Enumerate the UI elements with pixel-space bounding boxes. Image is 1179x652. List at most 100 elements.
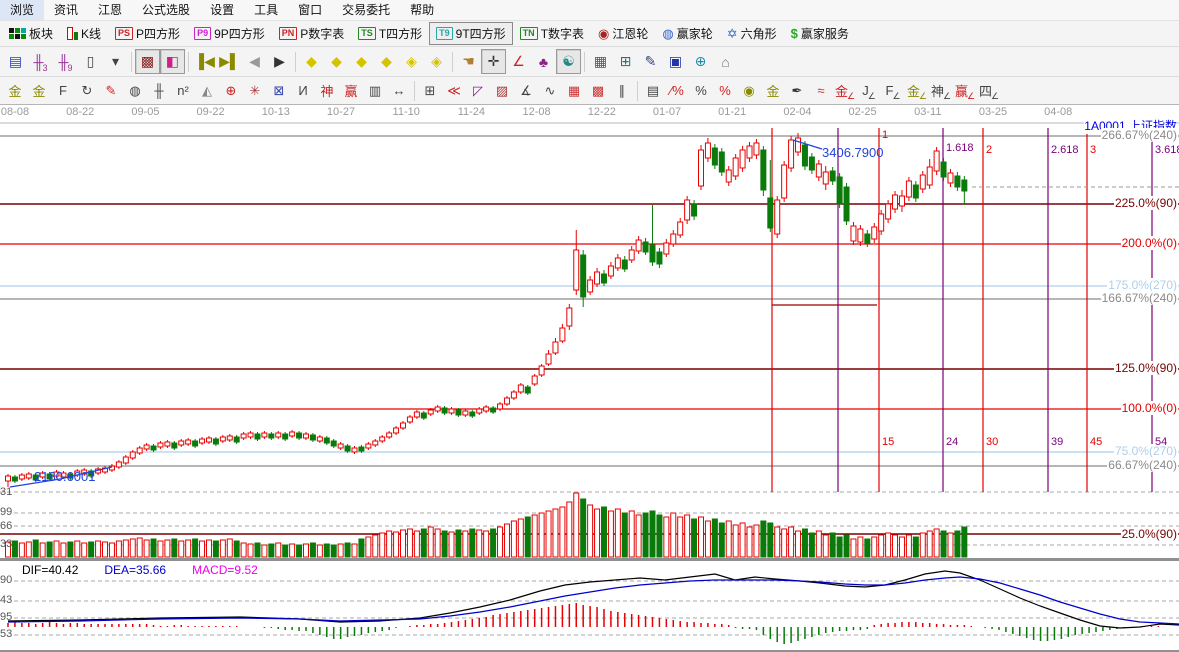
menu-item-6[interactable]: 窗口 (288, 0, 332, 20)
candle-style-icon[interactable]: ▯ (78, 49, 103, 74)
gold-scale-icon[interactable]: 金 (3, 79, 27, 102)
date-axis-label: 02-25 (849, 106, 877, 118)
module-button-p-digit[interactable]: PNP数字表 (272, 22, 352, 45)
percent-icon[interactable]: % (689, 79, 713, 102)
angle-set-icon-glyph: ∡ (520, 83, 532, 99)
zigzag-icon[interactable]: ∿ (538, 79, 562, 102)
gold-scale2-icon[interactable]: 金 (27, 79, 51, 102)
nine-t-square-badge: T9 (436, 27, 453, 40)
tree-tool-icon[interactable]: ♣ (531, 49, 556, 74)
swing-mark-icon[interactable]: И (291, 79, 315, 102)
module-button-hexagon[interactable]: ✡六角形 (720, 22, 784, 45)
module-button-gann-wheel[interactable]: ◉江恩轮 (591, 22, 655, 45)
gold-angle-icon[interactable]: 金∠ (905, 79, 929, 102)
crosshair-icon[interactable]: ✛ (481, 49, 506, 74)
grid-box-icon[interactable]: ⊞ (418, 79, 442, 102)
diamond-star-icon[interactable]: ◈ (399, 49, 424, 74)
fan-box-icon[interactable]: ◸ (466, 79, 490, 102)
volume-profile-icon[interactable]: ◧ (160, 49, 185, 74)
percent-line-icon[interactable]: ⁄% (665, 79, 689, 102)
wave-band-icon[interactable]: ≈ (809, 79, 833, 102)
gann-box-icon[interactable]: ▩ (135, 49, 160, 74)
diamond-expand-icon[interactable]: ◆ (349, 49, 374, 74)
kline-3-icon[interactable]: ╫3 (28, 49, 53, 74)
gold-circle-icon[interactable]: ◉ (737, 79, 761, 102)
four-angle-icon-sub: ∠ (991, 92, 999, 101)
menu-item-5[interactable]: 工具 (244, 0, 288, 20)
first-bar-icon[interactable]: ▐◀ (192, 49, 217, 74)
shen-angle-icon[interactable]: 神∠ (929, 79, 953, 102)
ying-tool-icon[interactable]: 赢 (339, 79, 363, 102)
diamond-right-icon[interactable]: ◆ (324, 49, 349, 74)
dropdown-arrow-icon[interactable]: ▾ (103, 49, 128, 74)
red-grid-icon[interactable]: ▦ (562, 79, 586, 102)
diamond-compress-icon[interactable]: ◆ (374, 49, 399, 74)
gann-net-icon[interactable]: ▨ (490, 79, 514, 102)
diamond-plus-icon[interactable]: ◈ (424, 49, 449, 74)
fan-lines-icon[interactable]: ≪ (442, 79, 466, 102)
last-bar-icon[interactable]: ▶▌ (217, 49, 242, 74)
j-angle-icon[interactable]: J∠ (857, 79, 881, 102)
swing-mark-icon-glyph: И (298, 83, 307, 98)
next-bar-icon[interactable]: ▶ (267, 49, 292, 74)
f-ruler-icon[interactable]: F (51, 79, 75, 102)
circle-cross-icon[interactable]: ⊕ (219, 79, 243, 102)
module-button-winner-service[interactable]: $赢家服务 (784, 22, 856, 45)
ruler-123-icon[interactable]: ▥ (363, 79, 387, 102)
angle-line-icon[interactable]: ∠ (506, 49, 531, 74)
prev-bar-icon[interactable]: ◀ (242, 49, 267, 74)
remote-pc-icon[interactable]: ⌂ (713, 49, 738, 74)
stats-table-icon[interactable]: ▤ (641, 79, 665, 102)
module-button-kline[interactable]: K线 (60, 22, 108, 45)
module-button-winner-wheel[interactable]: ◍赢家轮 (655, 22, 719, 45)
ying-angle-icon[interactable]: 赢∠ (953, 79, 977, 102)
angle-fan-icon[interactable]: ◭ (195, 79, 219, 102)
shen-angle-icon-sub: ∠ (943, 92, 951, 101)
module-button-nine-t-square[interactable]: T99T四方形 (429, 22, 513, 45)
menu-item-7[interactable]: 交易委托 (332, 0, 400, 20)
module-button-t-digit[interactable]: TNT数字表 (513, 22, 591, 45)
brush-icon[interactable]: ✎ (99, 79, 123, 102)
gold-angle-red-icon[interactable]: 金∠ (833, 79, 857, 102)
menu-item-8[interactable]: 帮助 (400, 0, 444, 20)
ink-pen-icon[interactable]: ✒ (785, 79, 809, 102)
menu-item-4[interactable]: 设置 (200, 0, 244, 20)
spider-web-icon[interactable]: ✳ (243, 79, 267, 102)
ruler-ticks-icon[interactable]: ╫ (147, 79, 171, 102)
net-sync-icon[interactable]: ⊕ (688, 49, 713, 74)
small-wheel-icon[interactable]: ◍ (123, 79, 147, 102)
gold-levels-icon[interactable]: 金 (761, 79, 785, 102)
spiral-icon[interactable]: ↻ (75, 79, 99, 102)
gann-vertical-top-label-2: 1 (882, 129, 888, 141)
percent-levels-icon[interactable]: % (713, 79, 737, 102)
module-button-p-square[interactable]: PSP四方形 (108, 22, 187, 45)
menu-bar: 浏览资讯江恩公式选股设置工具窗口交易委托帮助 (0, 0, 1179, 21)
calculator-icon[interactable]: ⊞ (613, 49, 638, 74)
span-arrows-icon[interactable]: ↔ (387, 79, 411, 102)
notepad-icon[interactable]: ✎ (638, 49, 663, 74)
n-square-icon[interactable]: n² (171, 79, 195, 102)
four-angle-icon[interactable]: 四∠ (977, 79, 1001, 102)
shen-tool-icon[interactable]: 神 (315, 79, 339, 102)
save-icon[interactable]: ▣ (663, 49, 688, 74)
menu-item-1[interactable]: 资讯 (44, 0, 88, 20)
date-axis-label: 01-21 (718, 106, 746, 118)
diamond-left-icon[interactable]: ◆ (299, 49, 324, 74)
module-button-nine-p-square[interactable]: P99P四方形 (187, 22, 272, 45)
report-icon[interactable]: ▤ (3, 49, 28, 74)
module-button-blocks[interactable]: 板块 (2, 22, 60, 45)
menu-item-2[interactable]: 江恩 (88, 0, 132, 20)
brain-tool-icon[interactable]: ☯ (556, 49, 581, 74)
hand-icon[interactable]: ☚ (456, 49, 481, 74)
menu-item-0[interactable]: 浏览 (0, 0, 44, 20)
angle-set-icon[interactable]: ∡ (514, 79, 538, 102)
calendar-icon[interactable]: ▦ (588, 49, 613, 74)
red-grid2-icon[interactable]: ▩ (586, 79, 610, 102)
web-box-icon[interactable]: ⊠ (267, 79, 291, 102)
module-button-t-square[interactable]: TST四方形 (351, 22, 429, 45)
f-angle-icon[interactable]: F∠ (881, 79, 905, 102)
menu-item-3[interactable]: 公式选股 (132, 0, 200, 20)
ruler-ticks-icon-glyph: ╫ (154, 83, 163, 98)
kline-9-icon[interactable]: ╫9 (53, 49, 78, 74)
parallel-lines-icon[interactable]: ∥ (610, 79, 634, 102)
